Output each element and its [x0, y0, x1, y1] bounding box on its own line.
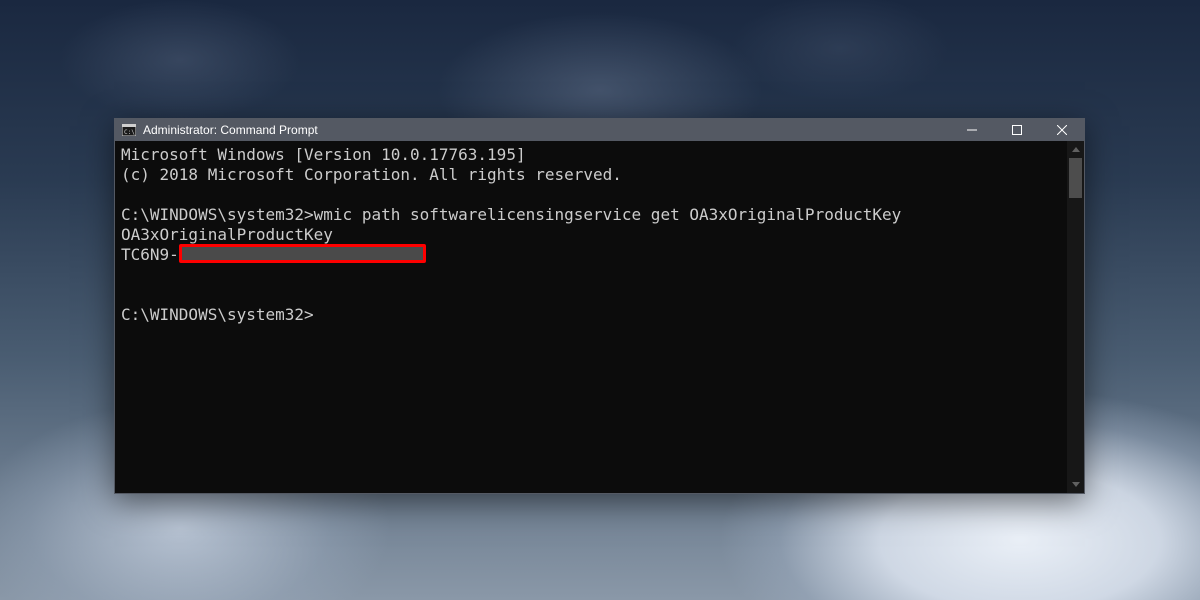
terminal-line-copyright: (c) 2018 Microsoft Corporation. All righ…	[121, 165, 622, 184]
scrollbar-track[interactable]	[1067, 158, 1084, 476]
window-titlebar[interactable]: C:\ Administrator: Command Prompt	[115, 119, 1084, 141]
cmd-icon: C:\	[121, 122, 137, 138]
maximize-button[interactable]	[994, 119, 1039, 141]
terminal-output-header: OA3xOriginalProductKey	[121, 225, 333, 244]
terminal-line-version: Microsoft Windows [Version 10.0.17763.19…	[121, 145, 526, 164]
scroll-down-arrow-icon[interactable]	[1067, 476, 1084, 493]
scrollbar-thumb[interactable]	[1069, 158, 1082, 198]
terminal-output-value-prefix: TC6N9-	[121, 245, 179, 264]
vertical-scrollbar[interactable]	[1067, 141, 1084, 493]
minimize-button[interactable]	[949, 119, 994, 141]
svg-text:C:\: C:\	[124, 129, 135, 136]
command-prompt-window: C:\ Administrator: Command Prompt Micros…	[114, 118, 1085, 494]
terminal-command-1: wmic path softwarelicensingservice get O…	[314, 205, 902, 224]
scroll-up-arrow-icon[interactable]	[1067, 141, 1084, 158]
terminal-output[interactable]: Microsoft Windows [Version 10.0.17763.19…	[115, 141, 1067, 493]
terminal-prompt-2: C:\WINDOWS\system32>	[121, 305, 314, 324]
window-client-area: Microsoft Windows [Version 10.0.17763.19…	[115, 141, 1084, 493]
terminal-prompt-1: C:\WINDOWS\system32>	[121, 205, 314, 224]
redacted-product-key	[179, 244, 426, 263]
close-button[interactable]	[1039, 119, 1084, 141]
window-title: Administrator: Command Prompt	[143, 123, 318, 137]
